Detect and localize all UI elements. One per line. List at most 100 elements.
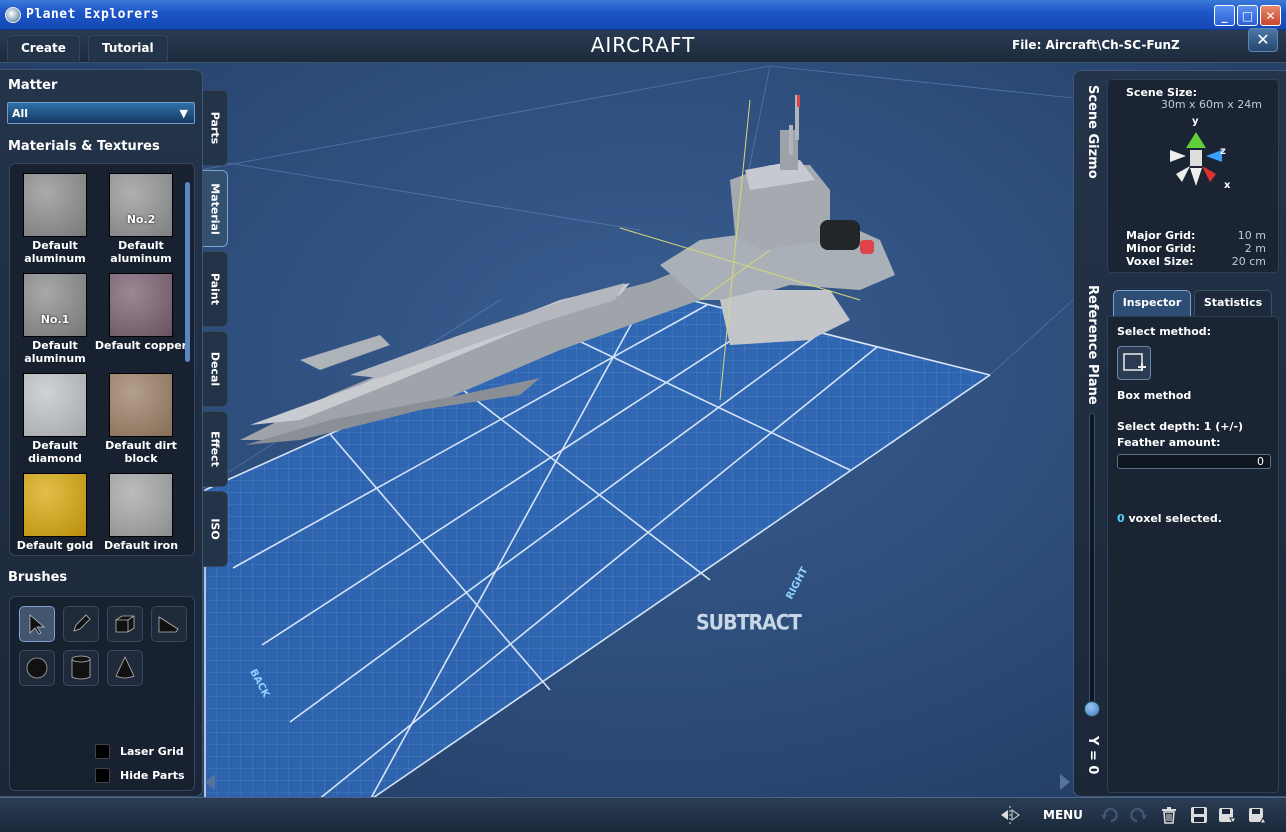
save-button[interactable]: [1189, 805, 1209, 825]
minor-grid-label: Minor Grid:: [1126, 242, 1196, 255]
material-tile[interactable]: Default diamond: [10, 368, 92, 465]
matter-dropdown[interactable]: All ▼: [7, 102, 195, 124]
brushes-title: Brushes: [8, 570, 68, 585]
box-select-icon: [1123, 353, 1146, 371]
feather-amount-input[interactable]: 0: [1117, 454, 1271, 469]
material-tile[interactable]: No.1 Default aluminum: [10, 268, 92, 365]
material-name: Default gold: [16, 539, 94, 552]
material-tile[interactable]: Default gold: [10, 468, 93, 555]
export-icon: [1219, 808, 1237, 824]
cone-icon: [115, 656, 135, 679]
material-swatch: [109, 373, 173, 437]
matter-title: Matter: [8, 78, 58, 93]
save-icon: [1191, 807, 1207, 823]
tab-decal-label: Decal: [208, 351, 222, 387]
tab-create[interactable]: Create: [7, 35, 80, 61]
scroll-right-arrow-icon[interactable]: [1060, 774, 1070, 790]
brush-cube-button[interactable]: [107, 606, 143, 642]
axis-x-label: x: [1224, 180, 1231, 191]
chevron-down-icon: ▼: [179, 107, 188, 120]
materials-scrollbar[interactable]: [185, 182, 190, 362]
hide-parts-checkbox[interactable]: [95, 768, 110, 783]
voxel-size-label: Voxel Size:: [1126, 255, 1194, 268]
brush-wedge-button[interactable]: [151, 606, 187, 642]
materials-title: Materials & Textures: [8, 139, 160, 154]
scene-size-value: 30m x 60m x 24m: [1160, 98, 1262, 111]
cube-icon: [115, 615, 135, 633]
app-window: Planet Explorers _ □ ✕ AIRCRAFT Create T…: [0, 0, 1286, 832]
title-bar: Planet Explorers _ □ ✕: [0, 0, 1286, 30]
edit-mode-label: SUBTRACT: [696, 610, 802, 636]
reference-plane-slider-handle[interactable]: [1084, 701, 1100, 717]
scene-gizmo-panel: Scene Size: 30m x 60m x 24m y z x Major …: [1107, 79, 1279, 273]
material-tile[interactable]: No.2 Default aluminum: [96, 168, 178, 265]
brush-sphere-button[interactable]: [19, 650, 55, 686]
axis-y-label: y: [1192, 116, 1199, 127]
hide-parts-label: Hide Parts: [120, 769, 185, 782]
brushes-panel: Laser Grid Hide Parts: [9, 596, 195, 791]
material-number: No.1: [40, 313, 70, 326]
voxel-selected-label: voxel selected.: [1128, 512, 1222, 525]
scene-gizmo-title: Scene Gizmo: [1085, 85, 1100, 179]
tab-effect[interactable]: Effect: [203, 411, 228, 487]
close-button[interactable]: ✕: [1260, 5, 1281, 26]
trash-icon: [1162, 807, 1176, 824]
right-panel: Scene Gizmo Scene Size: 30m x 60m x 24m …: [1073, 70, 1286, 797]
export-button[interactable]: [1218, 805, 1238, 825]
tab-paint[interactable]: Paint: [203, 251, 228, 327]
undo-icon: [1101, 807, 1118, 823]
minimize-button[interactable]: _: [1214, 5, 1235, 26]
feather-amount-label: Feather amount:: [1117, 436, 1221, 449]
tab-parts-label: Parts: [208, 111, 222, 145]
tab-statistics[interactable]: Statistics: [1194, 290, 1272, 316]
mirror-button[interactable]: [1000, 805, 1020, 825]
brush-cone-button[interactable]: [107, 650, 143, 686]
reference-plane-slider[interactable]: [1089, 413, 1095, 711]
laser-grid-checkbox[interactable]: [95, 744, 110, 759]
select-icon: [29, 614, 45, 635]
voxel-count: 0: [1117, 512, 1125, 525]
tab-decal[interactable]: Decal: [203, 331, 228, 407]
material-swatch: [23, 373, 87, 437]
laser-grid-label: Laser Grid: [120, 745, 184, 758]
box-method-button[interactable]: [1117, 346, 1151, 380]
tab-material[interactable]: Material: [203, 170, 228, 247]
material-number: No.2: [126, 213, 156, 226]
material-name: Default copper: [94, 339, 188, 352]
material-tile[interactable]: Default aluminum: [10, 168, 92, 265]
select-depth-label: Select depth: 1 (+/-): [1117, 420, 1244, 433]
material-swatch: [23, 173, 87, 237]
tab-parts[interactable]: Parts: [203, 90, 228, 166]
axis-z-label: z: [1220, 146, 1226, 157]
material-swatch: [23, 473, 87, 537]
tab-iso[interactable]: ISO: [203, 491, 228, 567]
matter-dropdown-value: All: [12, 107, 29, 120]
wedge-icon: [158, 616, 179, 633]
load-icon: [1249, 808, 1267, 824]
material-tile[interactable]: Default copper: [95, 268, 187, 364]
menu-button[interactable]: MENU: [1043, 808, 1083, 822]
window-title: Planet Explorers: [26, 7, 160, 22]
undo-button[interactable]: [1100, 805, 1120, 825]
load-button[interactable]: [1248, 805, 1268, 825]
app-logo-icon: [5, 7, 21, 23]
delete-button[interactable]: [1159, 805, 1179, 825]
brush-pencil-button[interactable]: [63, 606, 99, 642]
material-tile[interactable]: Default iron: [96, 468, 178, 555]
material-tile[interactable]: Default dirt block: [96, 368, 178, 465]
material-swatch: [109, 273, 173, 337]
brush-select-button[interactable]: [19, 606, 55, 642]
material-name: Default diamond: [28, 439, 82, 465]
major-grid-label: Major Grid:: [1126, 229, 1196, 242]
scroll-left-arrow-icon[interactable]: [205, 774, 215, 790]
select-method-label: Select method:: [1117, 325, 1212, 338]
tab-tutorial[interactable]: Tutorial: [88, 35, 168, 61]
material-name: Default aluminum: [24, 339, 86, 365]
brush-cylinder-button[interactable]: [63, 650, 99, 686]
maximize-button[interactable]: □: [1237, 5, 1258, 26]
redo-button[interactable]: [1128, 805, 1148, 825]
editor-close-button[interactable]: ✕: [1248, 28, 1278, 52]
tab-inspector[interactable]: Inspector: [1113, 290, 1191, 316]
material-name: Default aluminum: [24, 239, 86, 265]
reference-plane-title: Reference Plane: [1085, 285, 1100, 405]
